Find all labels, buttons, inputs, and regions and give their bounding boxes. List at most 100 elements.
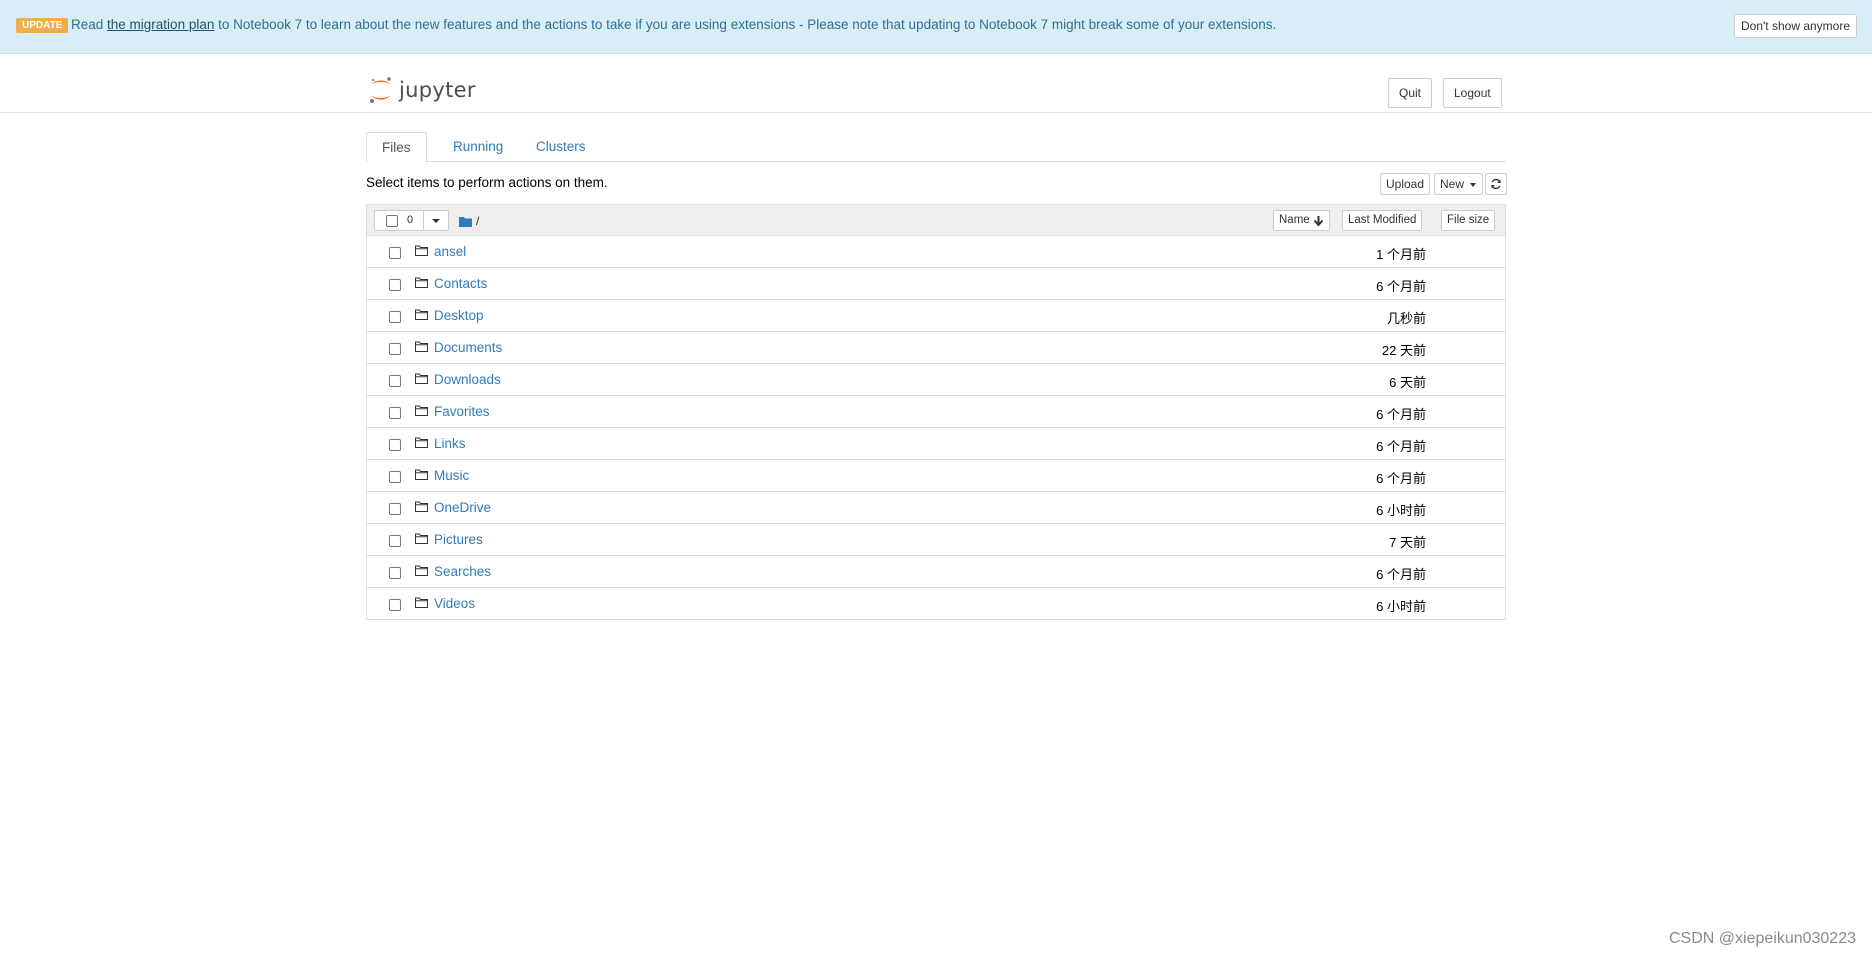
folder-icon (415, 373, 428, 384)
select-all-group: 0 (374, 210, 449, 231)
row-checkbox[interactable] (389, 407, 401, 419)
file-name-link[interactable]: Pictures (434, 532, 483, 547)
banner-message: Read the migration plan to Notebook 7 to… (71, 17, 1276, 32)
refresh-button[interactable] (1485, 173, 1507, 195)
sort-name-button[interactable]: Name (1273, 210, 1330, 231)
folder-icon (415, 309, 428, 320)
last-modified: 6 个月前 (1376, 567, 1426, 582)
last-modified: 6 个月前 (1376, 407, 1426, 422)
jupyter-wordmark: jupyter (399, 78, 476, 102)
file-row[interactable]: Links 6 个月前 (367, 428, 1505, 460)
file-name-link[interactable]: Favorites (434, 404, 490, 419)
file-name-link[interactable]: Music (434, 468, 469, 483)
last-modified: 6 个月前 (1376, 279, 1426, 294)
row-checkbox[interactable] (389, 535, 401, 547)
last-modified: 6 天前 (1389, 375, 1426, 390)
folder-icon (415, 597, 428, 608)
file-name-link[interactable]: Documents (434, 340, 502, 355)
logout-button[interactable]: Logout (1443, 78, 1502, 108)
row-checkbox[interactable] (389, 375, 401, 387)
file-row[interactable]: Desktop 几秒前 (367, 300, 1505, 332)
last-modified: 6 小时前 (1376, 599, 1426, 614)
file-row[interactable]: Contacts 6 个月前 (367, 268, 1505, 300)
tab-files[interactable]: Files (366, 132, 427, 163)
selection-hint: Select items to perform actions on them. (366, 175, 608, 190)
folder-icon (415, 437, 428, 448)
upload-button[interactable]: Upload (1380, 173, 1431, 195)
file-row[interactable]: Music 6 个月前 (367, 460, 1505, 492)
divider (423, 211, 424, 230)
sort-file-size-button[interactable]: File size (1441, 210, 1496, 231)
update-banner: UPDATE Read the migration plan to Notebo… (0, 0, 1872, 54)
breadcrumb: / (459, 214, 479, 228)
file-name-link[interactable]: OneDrive (434, 500, 491, 515)
new-dropdown-button[interactable]: New (1434, 173, 1484, 195)
dont-show-anymore-button[interactable]: Don't show anymore (1734, 14, 1858, 38)
header: jupyter Quit Logout (0, 54, 1872, 113)
file-list: 0 / Name Last Modified File size ansel 1 … (366, 204, 1506, 620)
refresh-icon (1491, 178, 1501, 190)
sort-last-modified-button[interactable]: Last Modified (1342, 210, 1423, 231)
folder-icon[interactable] (459, 216, 472, 227)
row-checkbox[interactable] (389, 567, 401, 579)
update-badge: UPDATE (16, 18, 69, 33)
arrow-down-icon (1313, 216, 1323, 226)
last-modified: 1 个月前 (1376, 247, 1426, 262)
tab-clusters[interactable]: Clusters (521, 132, 601, 163)
row-checkbox[interactable] (389, 343, 401, 355)
file-row[interactable]: Searches 6 个月前 (367, 556, 1505, 588)
watermark: CSDN @xiepeikun030223 (1668, 930, 1856, 947)
breadcrumb-root[interactable]: / (476, 214, 479, 228)
file-name-link[interactable]: ansel (434, 244, 466, 259)
file-name-link[interactable]: Videos (434, 596, 475, 611)
file-list-header: 0 / Name Last Modified File size (367, 205, 1505, 236)
folder-icon (415, 341, 428, 352)
file-name-link[interactable]: Downloads (434, 372, 501, 387)
last-modified: 6 个月前 (1376, 439, 1426, 454)
row-checkbox[interactable] (389, 471, 401, 483)
folder-icon (415, 469, 428, 480)
last-modified: 6 小时前 (1376, 503, 1426, 518)
new-button-label: New (1440, 177, 1465, 191)
folder-icon (415, 277, 428, 288)
file-name-link[interactable]: Links (434, 436, 466, 451)
quit-button[interactable]: Quit (1388, 78, 1433, 108)
jupyter-logo-icon (370, 77, 391, 103)
select-all-checkbox[interactable] (386, 215, 398, 227)
file-row[interactable]: Documents 22 天前 (367, 332, 1505, 364)
row-checkbox[interactable] (389, 599, 401, 611)
last-modified: 22 天前 (1381, 343, 1426, 358)
file-row[interactable]: Pictures 7 天前 (367, 524, 1505, 556)
select-menu-chevron-icon[interactable] (432, 219, 440, 223)
last-modified: 几秒前 (1386, 311, 1426, 326)
row-checkbox[interactable] (389, 311, 401, 323)
file-row[interactable]: OneDrive 6 小时前 (367, 492, 1505, 524)
file-row[interactable]: Favorites 6 个月前 (367, 396, 1505, 428)
tab-running[interactable]: Running (438, 132, 518, 163)
file-row[interactable]: ansel 1 个月前 (367, 236, 1505, 268)
selected-count: 0 (407, 214, 414, 226)
file-row[interactable]: Downloads 6 天前 (367, 364, 1505, 396)
folder-icon (415, 501, 428, 512)
folder-icon (415, 533, 428, 544)
jupyter-logo[interactable]: jupyter (369, 74, 476, 106)
migration-plan-link[interactable]: the migration plan (107, 17, 214, 32)
folder-icon (415, 245, 428, 256)
banner-text-after: to Notebook 7 to learn about the new fea… (214, 17, 1277, 32)
tab-bar: Files Running Clusters (366, 132, 1506, 163)
last-modified: 6 个月前 (1376, 471, 1426, 486)
row-checkbox[interactable] (389, 279, 401, 291)
folder-icon (415, 405, 428, 416)
banner-text-before: Read (71, 17, 108, 32)
row-checkbox[interactable] (389, 503, 401, 515)
file-name-link[interactable]: Contacts (434, 276, 487, 291)
chevron-down-icon (1470, 183, 1477, 187)
sort-name-label: Name (1279, 214, 1310, 226)
folder-icon (415, 565, 428, 576)
row-checkbox[interactable] (389, 247, 401, 259)
last-modified: 7 天前 (1389, 535, 1426, 550)
file-name-link[interactable]: Searches (434, 564, 491, 579)
row-checkbox[interactable] (389, 439, 401, 451)
file-row[interactable]: Videos 6 小时前 (367, 588, 1505, 620)
file-name-link[interactable]: Desktop (434, 308, 484, 323)
